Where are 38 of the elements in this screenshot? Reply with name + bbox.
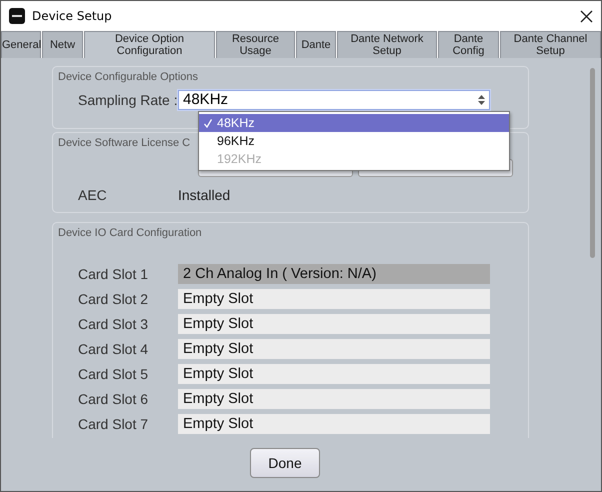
- tab[interactable]: Dante Channel Setup: [500, 31, 601, 58]
- tab[interactable]: Dante Config: [438, 31, 499, 58]
- panel-title: Device Software License C: [58, 137, 190, 149]
- done-button[interactable]: Done: [250, 448, 320, 478]
- feature-name: AEC: [77, 186, 108, 202]
- checkmark-icon: [204, 118, 212, 128]
- tab[interactable]: Netw: [42, 31, 83, 58]
- slot-label: Card Slot 6: [77, 390, 150, 406]
- tab[interactable]: Resource Usage: [216, 31, 295, 58]
- sampling-rate-select[interactable]: 48KHz: [178, 90, 490, 110]
- dropdown-option[interactable]: 96KHz: [199, 132, 509, 150]
- slot-field: Empty Slot: [178, 414, 490, 434]
- slot-label: Card Slot 7: [77, 416, 150, 432]
- app-logo-icon: [9, 8, 25, 24]
- window-title: Device Setup: [32, 9, 113, 23]
- slot-field: Empty Slot: [178, 364, 490, 384]
- slot-label: Card Slot 2: [77, 290, 150, 306]
- tab[interactable]: Dante Network Setup: [337, 31, 437, 58]
- slot-field: Empty Slot: [178, 338, 490, 358]
- slot-label: Card Slot 5: [77, 366, 150, 382]
- slot-field: Empty Slot: [178, 288, 490, 308]
- panel-title: Device IO Card Configuration: [58, 227, 202, 239]
- close-icon[interactable]: [580, 10, 593, 22]
- scrollbar-thumb[interactable]: [590, 68, 595, 258]
- slot-field: Empty Slot: [178, 388, 490, 408]
- panel-title: Device Configurable Options: [58, 71, 198, 83]
- tab[interactable]: Device Option Configuration: [84, 31, 215, 58]
- updown-icon: [478, 94, 485, 104]
- field-label: Sampling Rate :: [77, 92, 178, 108]
- slot-label: Card Slot 1: [77, 266, 150, 282]
- feature-status: Installed: [178, 186, 230, 202]
- slot-field: 2 Ch Analog In ( Version: N/A): [178, 264, 490, 284]
- dropdown-option[interactable]: 48KHz: [199, 114, 509, 132]
- slot-label: Card Slot 4: [77, 340, 150, 356]
- slot-field: Empty Slot: [178, 314, 490, 334]
- slot-label: Card Slot 3: [77, 316, 150, 332]
- tab[interactable]: Dante: [296, 31, 336, 58]
- tab[interactable]: General: [1, 31, 41, 58]
